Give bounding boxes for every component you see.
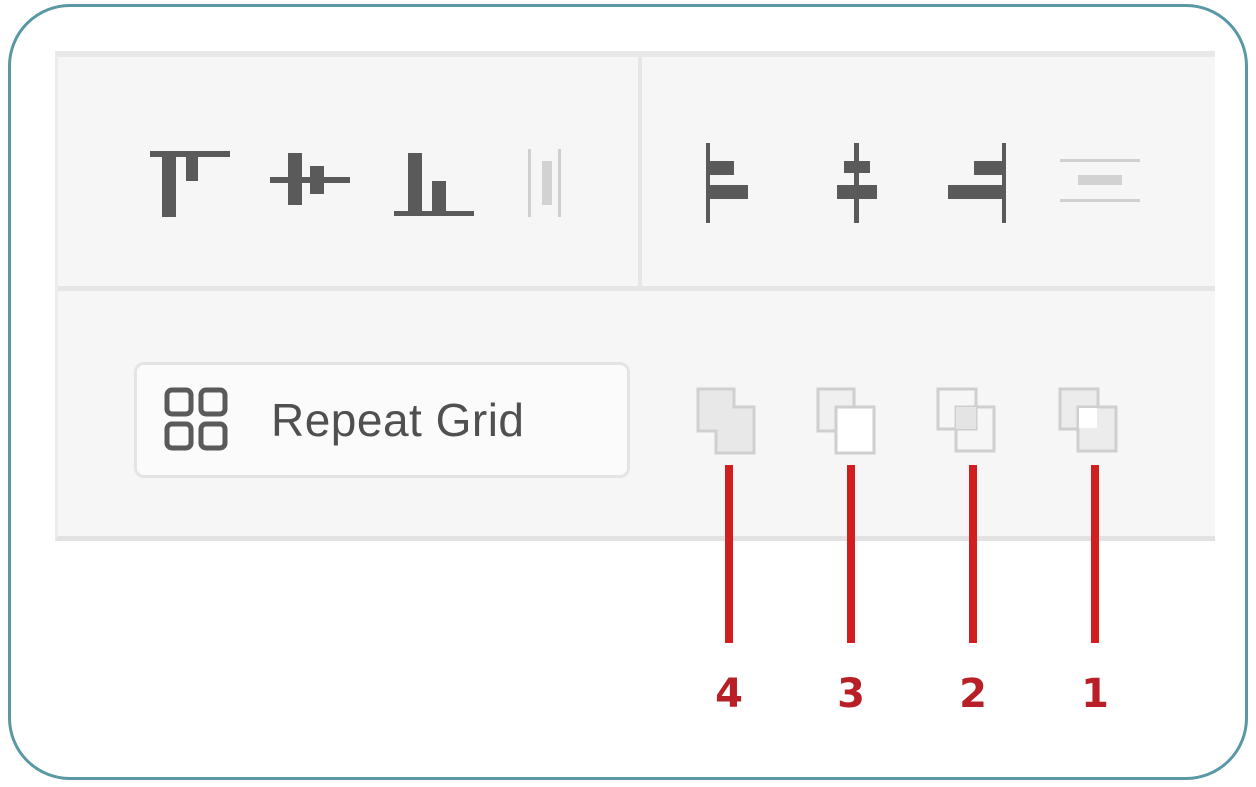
annotation-line-4 (725, 465, 733, 643)
annotation-line-1 (1091, 465, 1099, 643)
annotation-label-1: 1 (1081, 671, 1109, 717)
screenshot-frame: Repeat Grid 4 3 2 1 (8, 4, 1248, 780)
distribute-vertical-icon[interactable] (1052, 139, 1144, 231)
align-vertical-center-icon[interactable] (264, 139, 356, 231)
align-bottom-icon[interactable] (384, 139, 476, 231)
distribute-horizontal-icon[interactable] (504, 139, 596, 231)
toolbar-divider (638, 57, 642, 291)
annotation-line-3 (847, 465, 855, 643)
annotation-label-2: 2 (959, 671, 987, 717)
repeat-grid-label: Repeat Grid (271, 394, 525, 446)
annotation-label-4: 4 (715, 671, 743, 717)
align-right-icon[interactable] (934, 139, 1026, 231)
intersect-icon[interactable] (930, 381, 1010, 461)
align-toolbar-row (58, 57, 1215, 291)
union-icon[interactable] (690, 381, 770, 461)
properties-panel: Repeat Grid (55, 51, 1215, 541)
annotation-label-3: 3 (837, 671, 865, 717)
subtract-icon[interactable] (810, 381, 890, 461)
align-top-icon[interactable] (144, 139, 236, 231)
grid-icon (164, 387, 228, 451)
exclude-overlap-icon[interactable] (1052, 381, 1132, 461)
repeat-grid-button[interactable]: Repeat Grid (134, 362, 630, 478)
align-left-icon[interactable] (696, 139, 788, 231)
align-horizontal-center-icon[interactable] (816, 139, 908, 231)
annotation-line-2 (969, 465, 977, 643)
